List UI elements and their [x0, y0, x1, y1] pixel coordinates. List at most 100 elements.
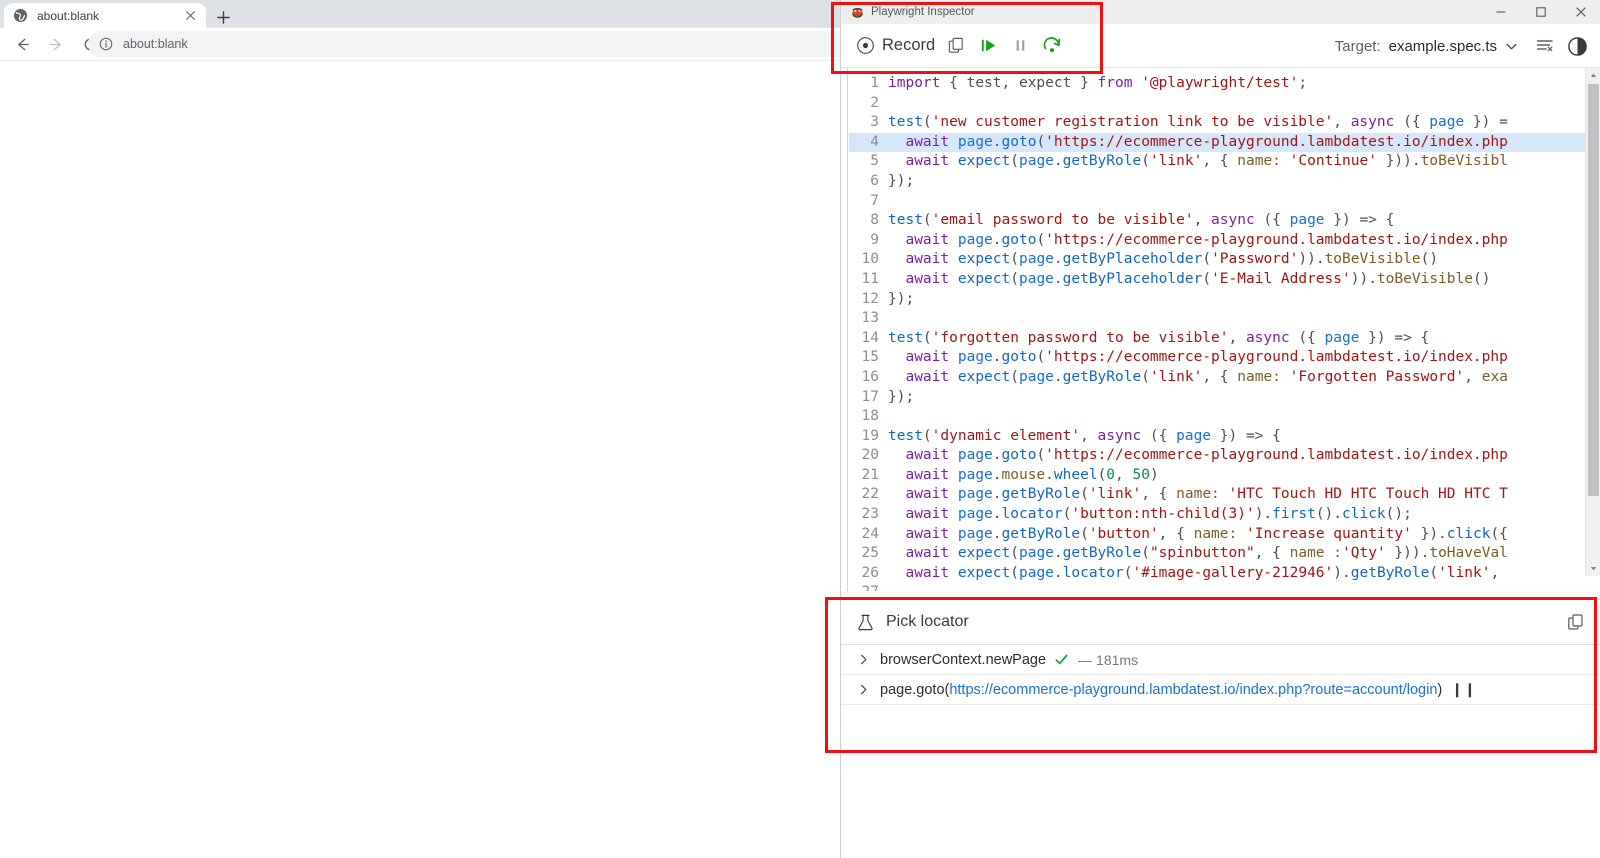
code-token: .: [1053, 545, 1063, 562]
code-token: 'Forgotten Password': [1289, 368, 1465, 385]
chevron-down-icon: [1500, 35, 1522, 57]
code-token: (): [1472, 270, 1491, 287]
line-number: 11: [861, 270, 879, 287]
code-token: (: [1010, 545, 1019, 562]
code-token: test: [888, 114, 923, 131]
chevron-right-icon[interactable]: [855, 652, 871, 668]
code-editor[interactable]: 1 import { test, expect } from '@playwrig…: [841, 68, 1600, 591]
code-token: ;: [1298, 75, 1308, 91]
record-button[interactable]: Record: [851, 30, 939, 62]
caret-down-icon[interactable]: [1586, 561, 1600, 576]
code-line: 23 await page.locator('button:nth-child(…: [849, 505, 1594, 525]
code-token: (: [1141, 368, 1150, 385]
code-token: mouse: [1001, 466, 1046, 483]
code-token: .: [1053, 251, 1063, 268]
close-icon[interactable]: [1561, 0, 1600, 24]
code-token: (: [1036, 133, 1046, 150]
line-number: 24: [861, 525, 879, 542]
code-token: getByPlaceholder: [1062, 251, 1203, 268]
code-token: 'Continue': [1289, 153, 1377, 170]
code-token: page: [957, 231, 993, 248]
code-token: 'https://ecommerce-playground.lambdatest…: [1045, 447, 1508, 464]
log-row[interactable]: browserContext.newPage — 181ms: [841, 645, 1600, 675]
window-controls: [1481, 0, 1600, 24]
code-token: page: [1018, 270, 1054, 287]
code-token: expect: [957, 368, 1011, 385]
line-number: 27: [849, 583, 879, 591]
code-token: await: [905, 545, 950, 562]
code-token: .: [992, 133, 1002, 150]
maximize-icon[interactable]: [1521, 0, 1561, 24]
code-token: page: [1176, 427, 1212, 444]
code-line: 2: [849, 94, 1594, 114]
contrast-half-circle-icon[interactable]: [1562, 31, 1592, 61]
code-token: 'forgotten password to be visible': [931, 329, 1229, 346]
code-line: 19 test('dynamic element', async ({ page …: [849, 427, 1594, 447]
code-token: )).: [1350, 270, 1377, 287]
code-token: .: [992, 231, 1002, 248]
minimize-icon[interactable]: [1481, 0, 1521, 24]
code-token: (: [1036, 349, 1046, 366]
browser-tab[interactable]: about:blank: [4, 3, 206, 28]
log-action-url[interactable]: https://ecommerce-playground.lambdatest.…: [949, 682, 1437, 698]
code-token: 'email password to be visible': [931, 212, 1194, 229]
code-token: await: [905, 231, 950, 248]
step-over-icon[interactable]: [1037, 31, 1067, 61]
vertical-scroll-thumb[interactable]: [1588, 84, 1599, 496]
code-token: 'link': [1149, 153, 1203, 170]
code-token: ({: [1289, 329, 1325, 346]
code-token: await: [905, 133, 950, 150]
code-token: expect: [957, 545, 1011, 562]
clear-list-icon[interactable]: [1530, 31, 1560, 61]
line-number: 25: [861, 545, 879, 562]
code-token: 'link': [1149, 368, 1203, 385]
code-token: name:: [1237, 368, 1281, 385]
close-icon[interactable]: [182, 8, 198, 24]
record-circle-icon: [855, 36, 875, 56]
code-token: click: [1446, 525, 1491, 542]
log-empty-area: [841, 750, 1600, 858]
new-tab-button[interactable]: [212, 6, 234, 28]
target-dropdown[interactable]: example.spec.ts: [1389, 35, 1522, 57]
code-token: name:: [1237, 153, 1281, 170]
code-token: (: [1202, 251, 1212, 268]
caret-up-icon[interactable]: [1586, 68, 1600, 83]
copy-icon[interactable]: [941, 31, 971, 61]
code-token: async: [1350, 114, 1395, 131]
code-token: ();: [1385, 506, 1412, 523]
pick-locator-bar[interactable]: Pick locator: [841, 600, 1600, 645]
log-row[interactable]: page.goto( https://ecommerce-playground.…: [841, 675, 1600, 705]
code-line: 18: [849, 407, 1594, 427]
log-action-name: page.goto(: [880, 681, 950, 698]
code-vertical-scrollbar[interactable]: [1585, 68, 1600, 576]
code-token: (: [922, 212, 932, 229]
info-circle-icon[interactable]: [98, 36, 114, 52]
code-token: , {: [1158, 525, 1194, 542]
code-token: toBeVisible: [1324, 251, 1421, 268]
line-number: 14: [861, 329, 879, 346]
code-token: expect: [957, 270, 1011, 287]
line-number: 7: [870, 192, 879, 209]
code-token: 'link': [1438, 564, 1491, 581]
arrow-right-icon[interactable]: [42, 30, 70, 58]
code-token: 'Increase quantity': [1245, 525, 1412, 542]
resume-play-icon[interactable]: [973, 31, 1003, 61]
pause-icon[interactable]: [1005, 31, 1035, 61]
pause-icon: ❙❙: [1451, 681, 1477, 697]
chevron-right-icon[interactable]: [855, 682, 871, 698]
copy-icon[interactable]: [1565, 611, 1587, 633]
code-token: page: [1429, 114, 1465, 131]
arrow-left-icon[interactable]: [8, 30, 36, 58]
